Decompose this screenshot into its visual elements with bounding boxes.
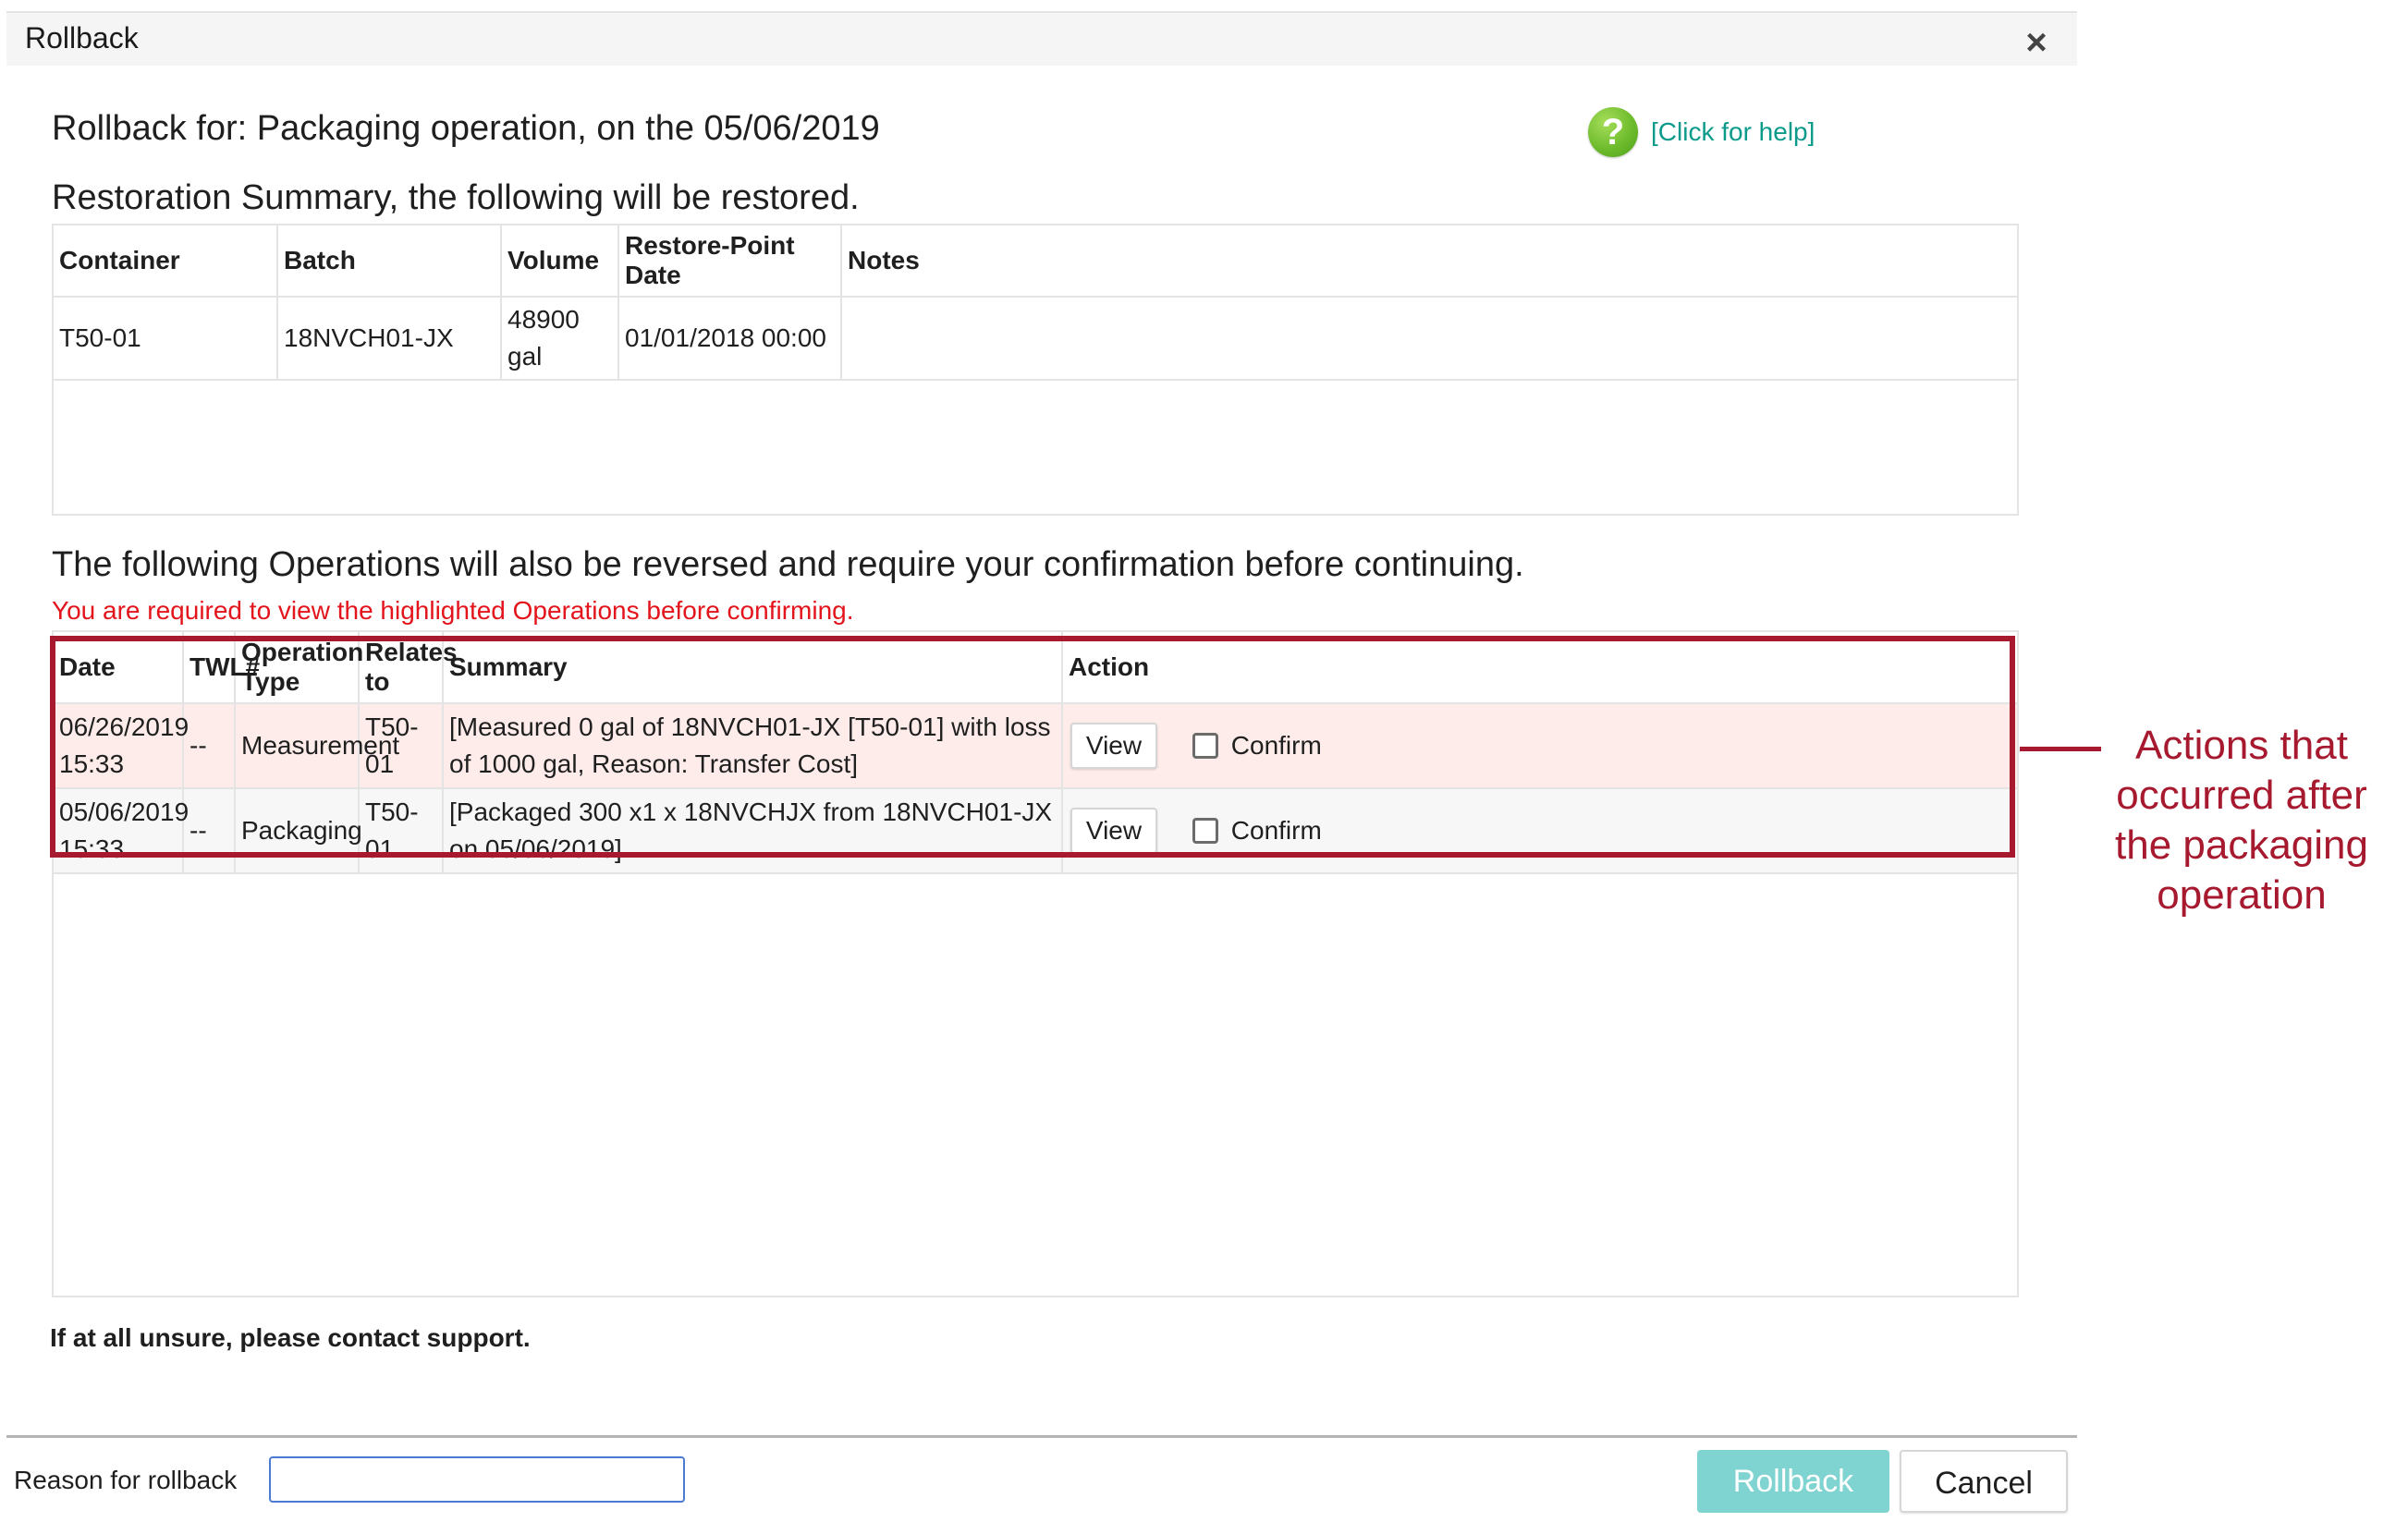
- close-icon[interactable]: ×: [2018, 24, 2055, 61]
- column-header-operation-type: Operation Type: [235, 632, 363, 704]
- cell-container: T50-01: [54, 297, 278, 381]
- column-header-twl: TWL#: [183, 632, 260, 704]
- operations-heading: The following Operations will also be re…: [52, 545, 1524, 584]
- table-row: 05/06/2019 15:33 -- Packaging T50-01 [Pa…: [54, 788, 2017, 874]
- table-row: T50-01 18NVCH01-JX 48900 gal 01/01/2018 …: [54, 297, 2017, 381]
- annotation-line: the packaging: [2115, 822, 2368, 868]
- help-link-group[interactable]: ? [Click for help]: [1588, 106, 1815, 158]
- cell-date-time: 15:33: [59, 749, 125, 778]
- confirm-checkbox[interactable]: [1192, 818, 1218, 844]
- operations-warning: You are required to view the highlighted…: [52, 596, 854, 625]
- rollback-button[interactable]: Rollback: [1697, 1450, 1889, 1513]
- operations-table: Date TWL# Operation Type Relates to Summ…: [54, 632, 2017, 874]
- cell-notes: [841, 297, 2017, 381]
- cell-twl: --: [183, 703, 236, 789]
- help-link[interactable]: [Click for help]: [1651, 117, 1815, 147]
- column-header-restore-date: Restore-Point Date: [618, 225, 842, 298]
- cell-date-day: 05/06/2019: [59, 798, 189, 826]
- support-note: If at all unsure, please contact support…: [50, 1323, 531, 1352]
- restoration-table: Container Batch Volume Restore-Point Dat…: [54, 225, 2017, 381]
- cell-batch: 18NVCH01-JX: [277, 297, 502, 381]
- operations-panel: Date TWL# Operation Type Relates to Summ…: [52, 630, 2019, 1297]
- cell-volume: 48900 gal: [501, 297, 619, 381]
- table-header-row: Container Batch Volume Restore-Point Dat…: [54, 225, 2017, 298]
- table-header-row: Date TWL# Operation Type Relates to Summ…: [54, 632, 2017, 704]
- cell-summary: [Measured 0 gal of 18NVCH01-JX [T50-01] …: [443, 703, 1063, 789]
- cell-relates-to: T50-01: [359, 703, 444, 789]
- annotation-line: operation: [2157, 872, 2327, 918]
- cell-twl: --: [183, 788, 236, 874]
- confirm-control[interactable]: Confirm: [1192, 812, 1322, 849]
- reason-input[interactable]: [269, 1456, 685, 1503]
- cell-relates-to: T50-01: [359, 788, 444, 874]
- cell-summary: [Packaged 300 x1 x 18NVCHJX from 18NVCH0…: [443, 788, 1063, 874]
- cell-operation-type: Measurement: [235, 703, 399, 789]
- column-header-date: Date: [54, 632, 184, 704]
- confirm-label[interactable]: Confirm: [1231, 812, 1322, 849]
- annotation-callout: Actions that occurred after the packagin…: [2071, 721, 2408, 920]
- view-button[interactable]: View: [1070, 808, 1157, 854]
- dialog-titlebar: Rollback ×: [6, 11, 2077, 66]
- column-header-relates-to: Relates to: [359, 632, 458, 704]
- confirm-checkbox[interactable]: [1192, 733, 1218, 759]
- cell-date-time: 15:33: [59, 834, 125, 863]
- cancel-button[interactable]: Cancel: [1900, 1450, 2068, 1513]
- cell-restore-date: 01/01/2018 00:00: [618, 297, 842, 381]
- footer-divider: [6, 1435, 2077, 1438]
- column-header-batch: Batch: [277, 225, 502, 298]
- question-mark-icon[interactable]: ?: [1588, 107, 1638, 157]
- confirm-label[interactable]: Confirm: [1231, 727, 1322, 764]
- annotation-line: occurred after: [2116, 773, 2367, 818]
- annotation-line: Actions that: [2135, 723, 2348, 768]
- cell-date: 06/26/2019 15:33: [54, 703, 189, 789]
- restoration-summary-heading: Restoration Summary, the following will …: [52, 178, 860, 217]
- dialog-title: Rollback: [25, 21, 139, 55]
- column-header-container: Container: [54, 225, 278, 298]
- column-header-action: Action: [1062, 632, 2017, 704]
- reason-label: Reason for rollback: [14, 1466, 238, 1494]
- cell-date: 05/06/2019 15:33: [54, 788, 189, 874]
- column-header-volume: Volume: [501, 225, 619, 298]
- cell-action: View Confirm: [1062, 703, 2017, 789]
- rollback-heading: Rollback for: Packaging operation, on th…: [52, 109, 880, 148]
- confirm-control[interactable]: Confirm: [1192, 727, 1322, 764]
- cell-action: View Confirm: [1062, 788, 2017, 874]
- column-header-summary: Summary: [443, 632, 1063, 704]
- column-header-notes: Notes: [841, 225, 2017, 298]
- restoration-summary-panel: Container Batch Volume Restore-Point Dat…: [52, 224, 2019, 516]
- table-row: 06/26/2019 15:33 -- Measurement T50-01 […: [54, 703, 2017, 789]
- view-button[interactable]: View: [1070, 723, 1157, 769]
- cell-date-day: 06/26/2019: [59, 712, 189, 741]
- cell-operation-type: Packaging: [235, 788, 362, 874]
